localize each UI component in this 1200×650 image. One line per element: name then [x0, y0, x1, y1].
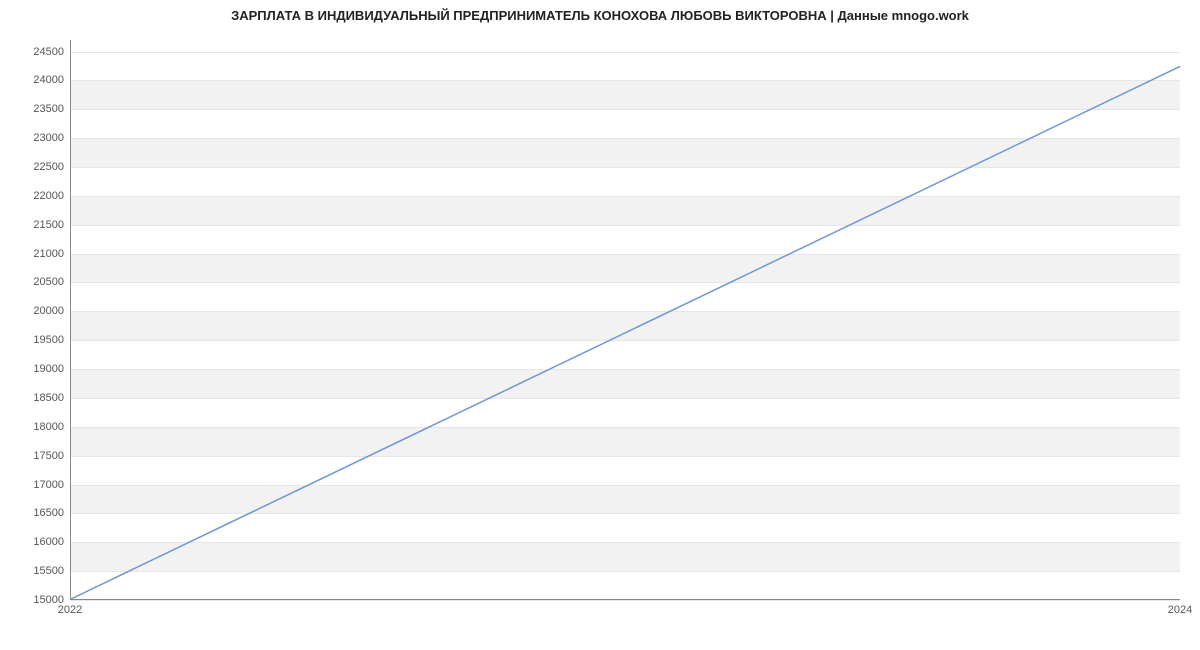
y-tick-label: 15000: [4, 594, 64, 606]
y-tick-label: 24500: [4, 46, 64, 58]
y-tick-label: 24000: [4, 74, 64, 86]
y-tick-label: 15500: [4, 565, 64, 577]
y-tick-label: 16500: [4, 507, 64, 519]
y-tick-label: 21000: [4, 248, 64, 260]
y-tick-label: 20000: [4, 305, 64, 317]
y-tick-label: 21500: [4, 219, 64, 231]
data-line: [71, 66, 1180, 599]
y-tick-label: 17000: [4, 479, 64, 491]
gridline: [71, 600, 1180, 601]
y-tick-label: 22000: [4, 190, 64, 202]
x-tick-label: 2022: [58, 604, 82, 616]
y-tick-label: 19500: [4, 334, 64, 346]
y-tick-label: 17500: [4, 450, 64, 462]
y-tick-label: 23500: [4, 103, 64, 115]
y-tick-label: 20500: [4, 276, 64, 288]
y-tick-label: 22500: [4, 161, 64, 173]
y-tick-label: 18000: [4, 421, 64, 433]
y-tick-label: 18500: [4, 392, 64, 404]
y-tick-label: 23000: [4, 132, 64, 144]
chart-title: ЗАРПЛАТА В ИНДИВИДУАЛЬНЫЙ ПРЕДПРИНИМАТЕЛ…: [0, 8, 1200, 23]
y-tick-label: 16000: [4, 536, 64, 548]
plot-area: [70, 40, 1180, 600]
chart-container: ЗАРПЛАТА В ИНДИВИДУАЛЬНЫЙ ПРЕДПРИНИМАТЕЛ…: [0, 0, 1200, 650]
line-series: [71, 40, 1180, 599]
x-tick-label: 2024: [1168, 604, 1192, 616]
y-tick-label: 19000: [4, 363, 64, 375]
